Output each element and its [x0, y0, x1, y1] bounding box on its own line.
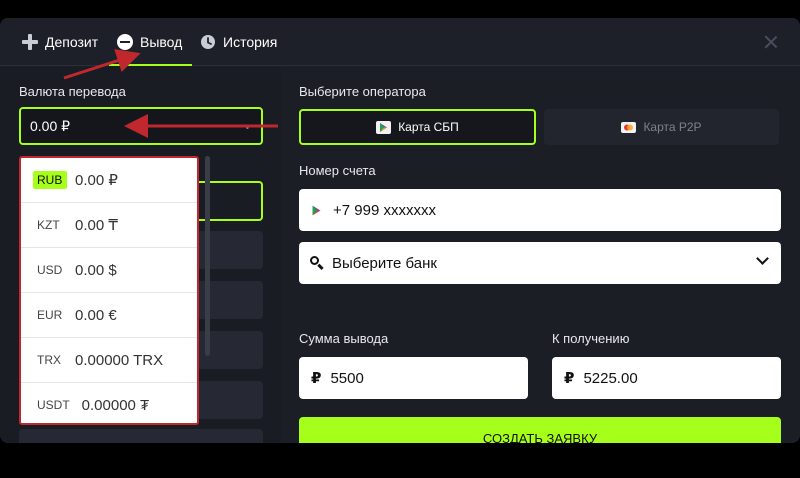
currency-code: TRX: [37, 353, 61, 367]
background-row: [19, 429, 263, 443]
tab-withdraw[interactable]: Вывод: [108, 18, 193, 66]
receive-label: К получению: [552, 331, 630, 346]
withdraw-form: Выберите оператора Карта СБП Карта P2P Н…: [281, 67, 800, 443]
close-icon[interactable]: [764, 35, 778, 49]
currency-balance: 0.00 ₽: [75, 172, 118, 189]
currency-select[interactable]: 0.00 ₽ •: [19, 107, 263, 145]
currency-select-value: 0.00 ₽: [30, 117, 71, 134]
account-value: +7 999 xxxxxxx: [333, 201, 436, 219]
currency-code: USD: [37, 263, 63, 277]
currency-code: EUR: [37, 308, 63, 322]
bank-select[interactable]: Выберите банк: [299, 242, 781, 284]
currency-balance: 0.00 $: [75, 261, 117, 279]
tab-withdraw-label: Вывод: [140, 34, 183, 50]
chevron-down-icon: •: [245, 123, 249, 133]
minus-circle-icon: [117, 34, 133, 50]
account-label: Номер счета: [299, 163, 376, 178]
tab-history-label: История: [223, 34, 278, 50]
modal-header: Депозит Вывод История: [0, 18, 800, 66]
amount-value: 5500: [330, 369, 364, 387]
amount-input[interactable]: ₽ 5500: [299, 357, 528, 399]
operator-label: Выберите оператора: [299, 84, 426, 99]
tab-deposit-label: Депозит: [45, 34, 99, 50]
chevron-down-icon: [756, 252, 769, 265]
currency-code: KZT: [37, 218, 60, 232]
receive-field: ₽ 5225.00: [552, 357, 781, 399]
clock-icon: [200, 34, 216, 50]
plus-icon: [22, 34, 38, 50]
currency-balance: 0.00000 TRX: [75, 351, 164, 369]
dropdown-scrollbar[interactable]: [205, 156, 210, 356]
ruble-icon: ₽: [564, 370, 575, 387]
currency-option-rub[interactable]: RUB 0.00 ₽: [21, 158, 197, 203]
ruble-icon: ₽: [311, 370, 322, 387]
account-input[interactable]: +7 999 xxxxxxx: [299, 189, 781, 231]
bank-placeholder: Выберите банк: [332, 254, 437, 272]
currency-option-usd[interactable]: USD 0.00 $: [21, 248, 197, 293]
operator-p2p-button[interactable]: Карта P2P: [544, 109, 779, 145]
operator-sbp-button[interactable]: Карта СБП: [299, 109, 536, 145]
sbp-logo-icon: [310, 204, 325, 217]
tab-deposit[interactable]: Депозит: [22, 18, 98, 66]
tab-history[interactable]: История: [200, 18, 277, 66]
currency-panel: Валюта перевода 0.00 ₽ • RUB 0.00 ₽ KZT …: [0, 67, 281, 443]
currency-balance: 0.00000 ₮: [81, 396, 150, 414]
operator-sbp-label: Карта СБП: [398, 120, 459, 134]
currency-label: Валюта перевода: [19, 84, 126, 99]
currency-option-usdt[interactable]: USDT 0.00000 ₮: [21, 383, 197, 423]
currency-option-trx[interactable]: TRX 0.00000 TRX: [21, 338, 197, 383]
currency-option-eur[interactable]: EUR 0.00 €: [21, 293, 197, 338]
currency-code: USDT: [37, 398, 70, 412]
currency-dropdown: RUB 0.00 ₽ KZT 0.00 ₸ USD 0.00 $ EUR 0.0…: [19, 156, 199, 425]
currency-code: RUB: [33, 171, 67, 189]
currency-balance: 0.00 €: [75, 306, 117, 324]
currency-option-kzt[interactable]: KZT 0.00 ₸: [21, 203, 197, 248]
withdraw-modal: Депозит Вывод История Валюта перевода 0.…: [0, 18, 800, 443]
create-request-button[interactable]: СОЗДАТЬ ЗАЯВКУ: [299, 417, 781, 443]
bank-card-icon: [621, 121, 637, 134]
sbp-logo-icon: [376, 120, 392, 134]
operator-p2p-label: Карта P2P: [643, 120, 702, 134]
receive-value: 5225.00: [583, 369, 638, 387]
amount-label: Сумма вывода: [299, 331, 389, 346]
search-icon: [310, 256, 324, 270]
currency-balance: 0.00 ₸: [75, 217, 118, 234]
